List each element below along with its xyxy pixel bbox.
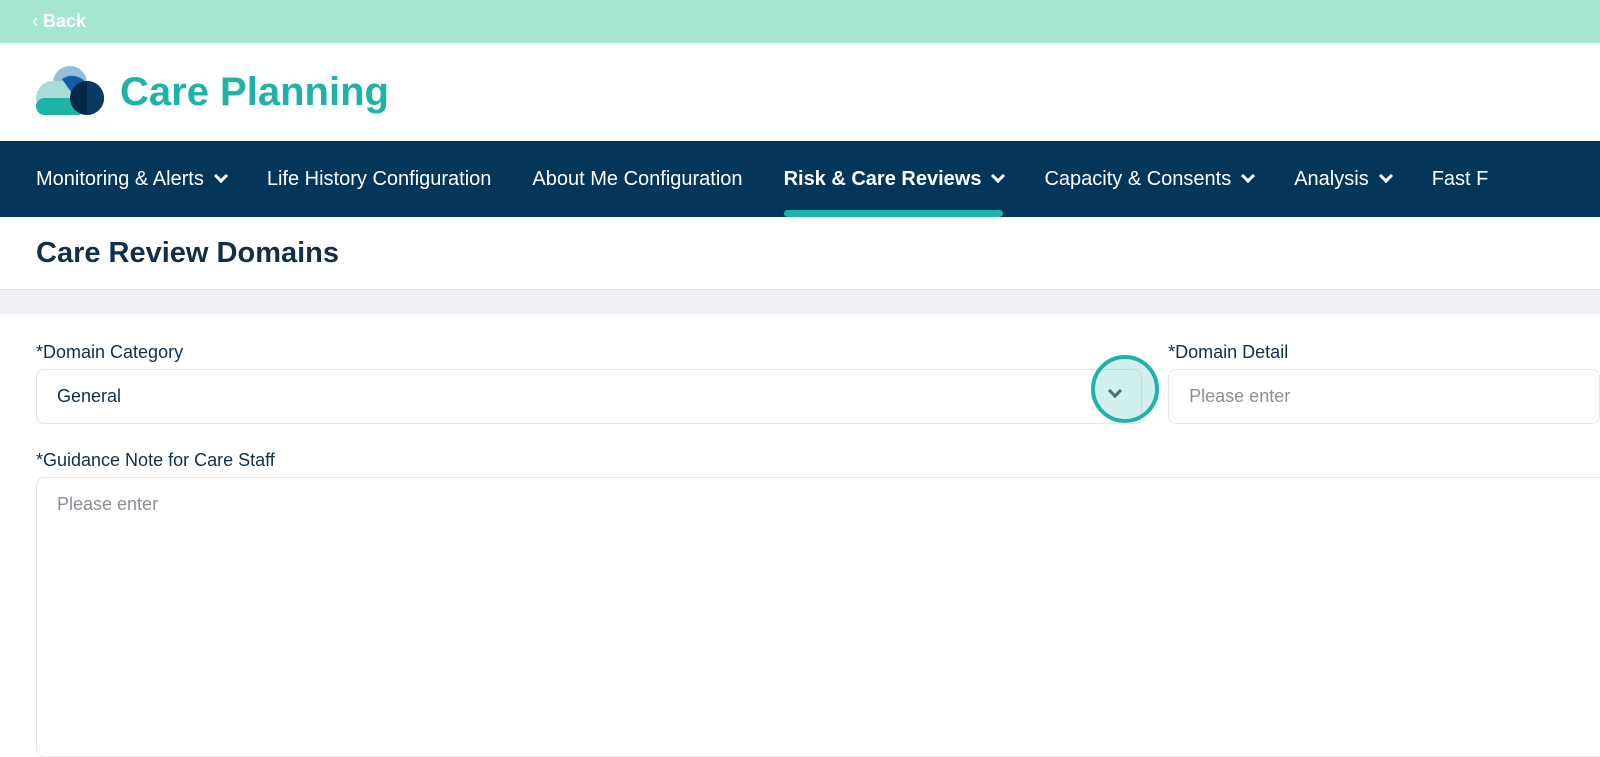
nav-capacity-consents[interactable]: Capacity & Consents: [1044, 141, 1256, 217]
chevron-down-icon: [213, 168, 228, 184]
chevron-down-icon: [1378, 168, 1393, 184]
nav-risk-care-reviews[interactable]: Risk & Care Reviews: [783, 141, 1006, 217]
domain-detail-placeholder: Please enter: [1189, 386, 1291, 406]
page-title: Care Review Domains: [0, 217, 1600, 290]
nav-label: Fast F: [1431, 167, 1489, 190]
domain-form: *Domain Category General *Domain Detail …: [0, 314, 1600, 757]
nav-label: Life History Configuration: [266, 167, 492, 190]
nav-label: About Me Configuration: [532, 167, 743, 190]
chevron-down-icon: [1241, 168, 1256, 184]
nav-label: Capacity & Consents: [1044, 167, 1232, 190]
back-link[interactable]: ‹ Back: [32, 11, 86, 32]
nav-label: Monitoring & Alerts: [36, 167, 204, 190]
guidance-note-placeholder: Please enter: [57, 494, 159, 514]
nav-life-history-configuration[interactable]: Life History Configuration: [267, 141, 492, 217]
main-nav: Monitoring & Alerts Life History Configu…: [0, 141, 1600, 217]
guidance-note-textarea[interactable]: Please enter: [36, 477, 1600, 757]
nav-label: Analysis: [1294, 167, 1369, 190]
top-bar: ‹ Back: [0, 0, 1600, 43]
domain-detail-label: *Domain Detail: [1168, 342, 1289, 362]
app-title: Care Planning: [120, 69, 389, 114]
click-highlight: [1091, 355, 1159, 423]
app-header: Care Planning: [0, 43, 1600, 141]
nav-fast-f[interactable]: Fast F: [1432, 141, 1489, 217]
chevron-down-icon: [991, 168, 1006, 184]
nav-analysis[interactable]: Analysis: [1294, 141, 1393, 217]
nav-monitoring-alerts[interactable]: Monitoring & Alerts: [36, 141, 228, 217]
domain-category-label: *Domain Category: [36, 342, 184, 362]
divider-band: [0, 290, 1600, 314]
domain-category-select[interactable]: General: [36, 369, 1143, 424]
guidance-note-label: *Guidance Note for Care Staff: [36, 450, 275, 470]
domain-detail-input[interactable]: Please enter: [1168, 369, 1600, 424]
domain-category-value: General: [57, 386, 122, 406]
nav-about-me-configuration[interactable]: About Me Configuration: [532, 141, 742, 217]
care-planning-logo: [36, 66, 104, 115]
nav-label: Risk & Care Reviews: [783, 167, 982, 190]
